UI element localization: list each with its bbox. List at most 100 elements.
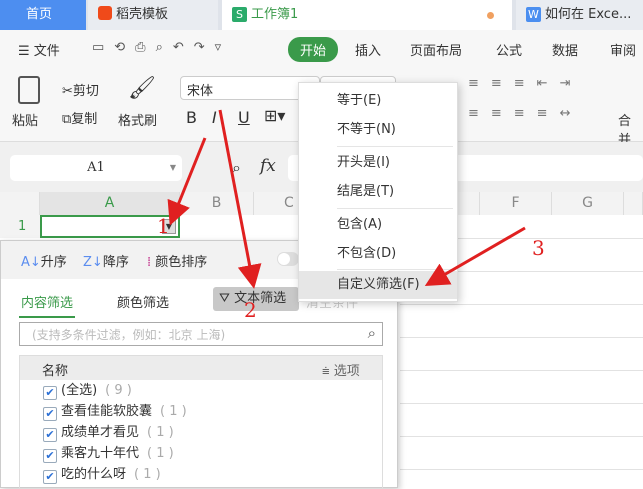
filter-list-item[interactable]: ✔ 乘客九十年代 ( 1 ) (43, 442, 174, 463)
tab-page-layout[interactable]: 页面布局 (410, 40, 462, 59)
checkbox-checked-icon[interactable]: ✔ (43, 428, 57, 442)
menu-item-4[interactable]: 包含(A) (299, 211, 457, 239)
tab-doc[interactable]: W 如何在 Exce... (516, 0, 643, 30)
checkbox-checked-icon[interactable]: ✔ (43, 449, 57, 463)
options-label: 选项 (333, 364, 360, 379)
menu-item-5[interactable]: 不包含(D) (299, 240, 457, 268)
tab-docer[interactable]: 稻壳模板 (88, 0, 218, 30)
item-count: ( 1 ) (147, 425, 174, 440)
tab-home[interactable]: 首页 (0, 0, 86, 30)
tab-bar: 首页 稻壳模板 S 工作簿1 W 如何在 Exce... (0, 0, 643, 30)
toggle-switch[interactable] (277, 252, 299, 266)
filter-list-item[interactable]: ✔ 吃的什么呀 ( 1 ) (43, 463, 161, 484)
paste-icon[interactable] (18, 76, 40, 104)
search-icon: ⌕ (367, 324, 376, 342)
item-count: ( 1 ) (134, 467, 161, 482)
text-filter-label: 文本筛选 (234, 291, 287, 306)
tab-workbook[interactable]: S 工作簿1 (222, 0, 512, 30)
tab-review[interactable]: 审阅 (610, 40, 636, 59)
tab-insert[interactable]: 插入 (355, 40, 381, 59)
tab-label: 如何在 Exce... (545, 7, 632, 22)
format-painter-button[interactable]: 格式刷 (118, 110, 157, 129)
options-button[interactable]: ⩧ 选项 (322, 360, 360, 379)
list-header: 名称 ⩧ 选项 (20, 356, 382, 380)
word-icon: W (526, 7, 541, 22)
item-label: 乘客九十年代 (61, 446, 140, 461)
file-label: 文件 (33, 44, 60, 59)
item-count: ( 1 ) (160, 404, 187, 419)
color-sort-label: 颜色排序 (155, 255, 208, 270)
menu-item-0[interactable]: 等于(E) (299, 87, 457, 115)
item-label: (全选) (61, 383, 98, 398)
zoom-cell-icon[interactable]: ⌕ (232, 158, 241, 178)
menu-bar: ☰ 文件 ▭⟲⎙⌕↶↷▿ 开始 插入 页面布局 公式 数据 审阅 (0, 30, 643, 70)
underline-button[interactable]: U (238, 108, 250, 127)
item-count: ( 1 ) (147, 446, 174, 461)
menu-item-1[interactable]: 不等于(N) (299, 116, 457, 144)
align-top-icons[interactable]: ≡≡≡⇤⇥ (468, 76, 582, 91)
sort-desc-icon: Z↓ (83, 255, 103, 270)
tab-content-filter[interactable]: 内容筛选 (19, 292, 76, 318)
italic-button[interactable]: I (212, 108, 217, 127)
checkbox-checked-icon[interactable]: ✔ (43, 407, 57, 421)
quick-access-icons[interactable]: ▭⟲⎙⌕↶↷▿ (92, 40, 231, 55)
copy-button[interactable]: ⧉复制 (62, 108, 97, 127)
tab-label: 工作簿1 (251, 7, 299, 22)
chevron-down-icon: ▼ (169, 163, 176, 172)
menu-separator (337, 208, 453, 209)
filter-search-input[interactable]: (支持多条件过滤，例如：北京 上海) ⌕ (19, 322, 383, 346)
tab-label: 稻壳模板 (116, 7, 169, 22)
fx-button[interactable]: fx (260, 156, 276, 176)
menu-separator (337, 269, 453, 270)
sort-ascending-button[interactable]: A↓升序 (21, 251, 67, 270)
item-label: 查看佳能软胶囊 (61, 404, 153, 419)
sort-descending-button[interactable]: Z↓降序 (83, 251, 129, 270)
align-horizontal-icons[interactable]: ≡≡≡≡↔ (468, 106, 582, 121)
column-header-b[interactable]: B (180, 192, 254, 215)
border-icon[interactable]: ⊞▾ (264, 106, 285, 125)
item-label: 吃的什么呀 (61, 467, 127, 482)
select-all-corner[interactable] (0, 192, 40, 215)
unsaved-dot-icon (487, 12, 494, 19)
menu-separator (337, 146, 453, 147)
item-count: ( 9 ) (105, 383, 132, 398)
menu-item-2[interactable]: 开头是(I) (299, 149, 457, 177)
paste-button[interactable]: 粘贴 (12, 110, 38, 129)
menu-item-6[interactable]: 自定义筛选(F) (299, 271, 457, 299)
tab-formula[interactable]: 公式 (496, 40, 522, 59)
color-sort-button[interactable]: ⁞ 颜色排序 (147, 251, 207, 270)
annotation-3: 3 (532, 236, 545, 260)
checkbox-checked-icon[interactable]: ✔ (43, 386, 57, 400)
column-header-g[interactable]: G (552, 192, 624, 215)
file-menu[interactable]: ☰ 文件 (18, 40, 60, 59)
name-box[interactable]: A1 ▼ (10, 155, 182, 181)
column-header-a[interactable]: A (40, 192, 180, 215)
filter-list-item[interactable]: ✔ (全选) ( 9 ) (43, 379, 132, 400)
sort-asc-icon: A↓ (21, 255, 41, 270)
cut-label: 剪切 (72, 84, 99, 99)
docer-icon (98, 6, 112, 20)
annotation-1: 1 (157, 214, 170, 238)
filter-list-item[interactable]: ✔ 查看佳能软胶囊 ( 1 ) (43, 400, 187, 421)
sort-asc-label: 升序 (40, 255, 67, 270)
cut-button[interactable]: ✂剪切 (62, 80, 99, 99)
filter-list-item[interactable]: ✔ 成绩单才看见 ( 1 ) (43, 421, 174, 442)
tab-color-filter[interactable]: 颜色筛选 (117, 292, 169, 311)
sheet-icon: S (232, 7, 247, 22)
cell-ref: A1 (87, 160, 105, 175)
name-header: 名称 (42, 364, 69, 379)
copy-label: 复制 (71, 112, 98, 127)
item-label: 成绩单才看见 (61, 425, 140, 440)
column-header-f[interactable]: F (480, 192, 552, 215)
filter-icon: ⛛ (219, 291, 235, 306)
menu-item-3[interactable]: 结尾是(T) (299, 178, 457, 206)
sort-desc-label: 降序 (102, 255, 129, 270)
tab-start[interactable]: 开始 (288, 37, 339, 62)
text-filter-menu: 等于(E) 不等于(N) 开头是(I) 结尾是(T) 包含(A) 不包含(D) 自定义筛选(… (298, 82, 458, 302)
search-placeholder: (支持多条件过滤，例如：北京 上海) (32, 328, 226, 342)
checkbox-checked-icon[interactable]: ✔ (43, 470, 57, 484)
bold-button[interactable]: B (186, 108, 197, 127)
annotation-2: 2 (244, 298, 257, 322)
tab-data[interactable]: 数据 (552, 40, 578, 59)
row-header-1[interactable]: 1 (0, 215, 40, 238)
